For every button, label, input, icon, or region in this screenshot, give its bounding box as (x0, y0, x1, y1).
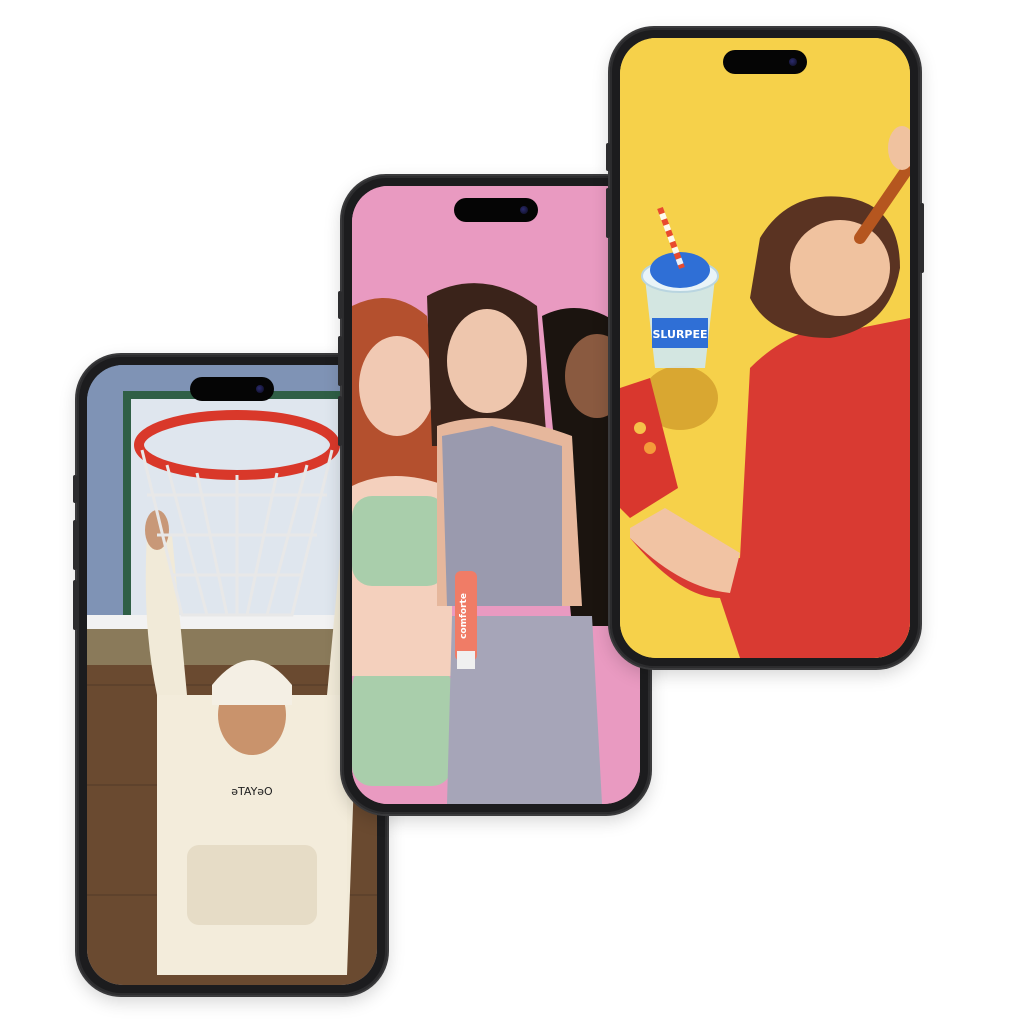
phone-volume-up-button (606, 188, 610, 238)
product-text: comforte (459, 593, 469, 639)
phone-mockup-basketball: əTAYǝO (73, 355, 387, 995)
phone-volume-up-button (73, 520, 77, 570)
phone-volume-up-button (338, 336, 342, 386)
dynamic-island (190, 377, 274, 401)
dynamic-island (454, 198, 538, 222)
cup-text: SLURPEE (652, 328, 707, 341)
face-left (359, 336, 435, 436)
phone-screen-pink: comforte (352, 186, 640, 804)
group-photo: comforte (352, 186, 640, 804)
green-top (352, 496, 447, 586)
phone-power-button (920, 203, 924, 273)
phone-mockup-pink: comforte (338, 176, 650, 814)
phone-side-button (338, 291, 342, 319)
hoodie-text: əTAYǝO (231, 785, 273, 798)
face (790, 220, 890, 316)
phone-side-button (73, 475, 77, 503)
face-center (447, 309, 527, 413)
phone-side-button (606, 143, 610, 171)
phone-screen-yellow: SLURPEE (620, 38, 910, 658)
basketball-photo: əTAYǝO (87, 365, 377, 985)
phone-volume-down-button (338, 396, 342, 446)
camera-icon (789, 58, 797, 66)
phone-volume-down-button (73, 580, 77, 630)
camera-icon (520, 206, 528, 214)
phone-screen-basketball: əTAYǝO (87, 365, 377, 985)
snack-photo: SLURPEE (620, 38, 910, 658)
dynamic-island (723, 50, 807, 74)
phone-mockup-yellow: SLURPEE (606, 28, 924, 668)
camera-icon (256, 385, 264, 393)
